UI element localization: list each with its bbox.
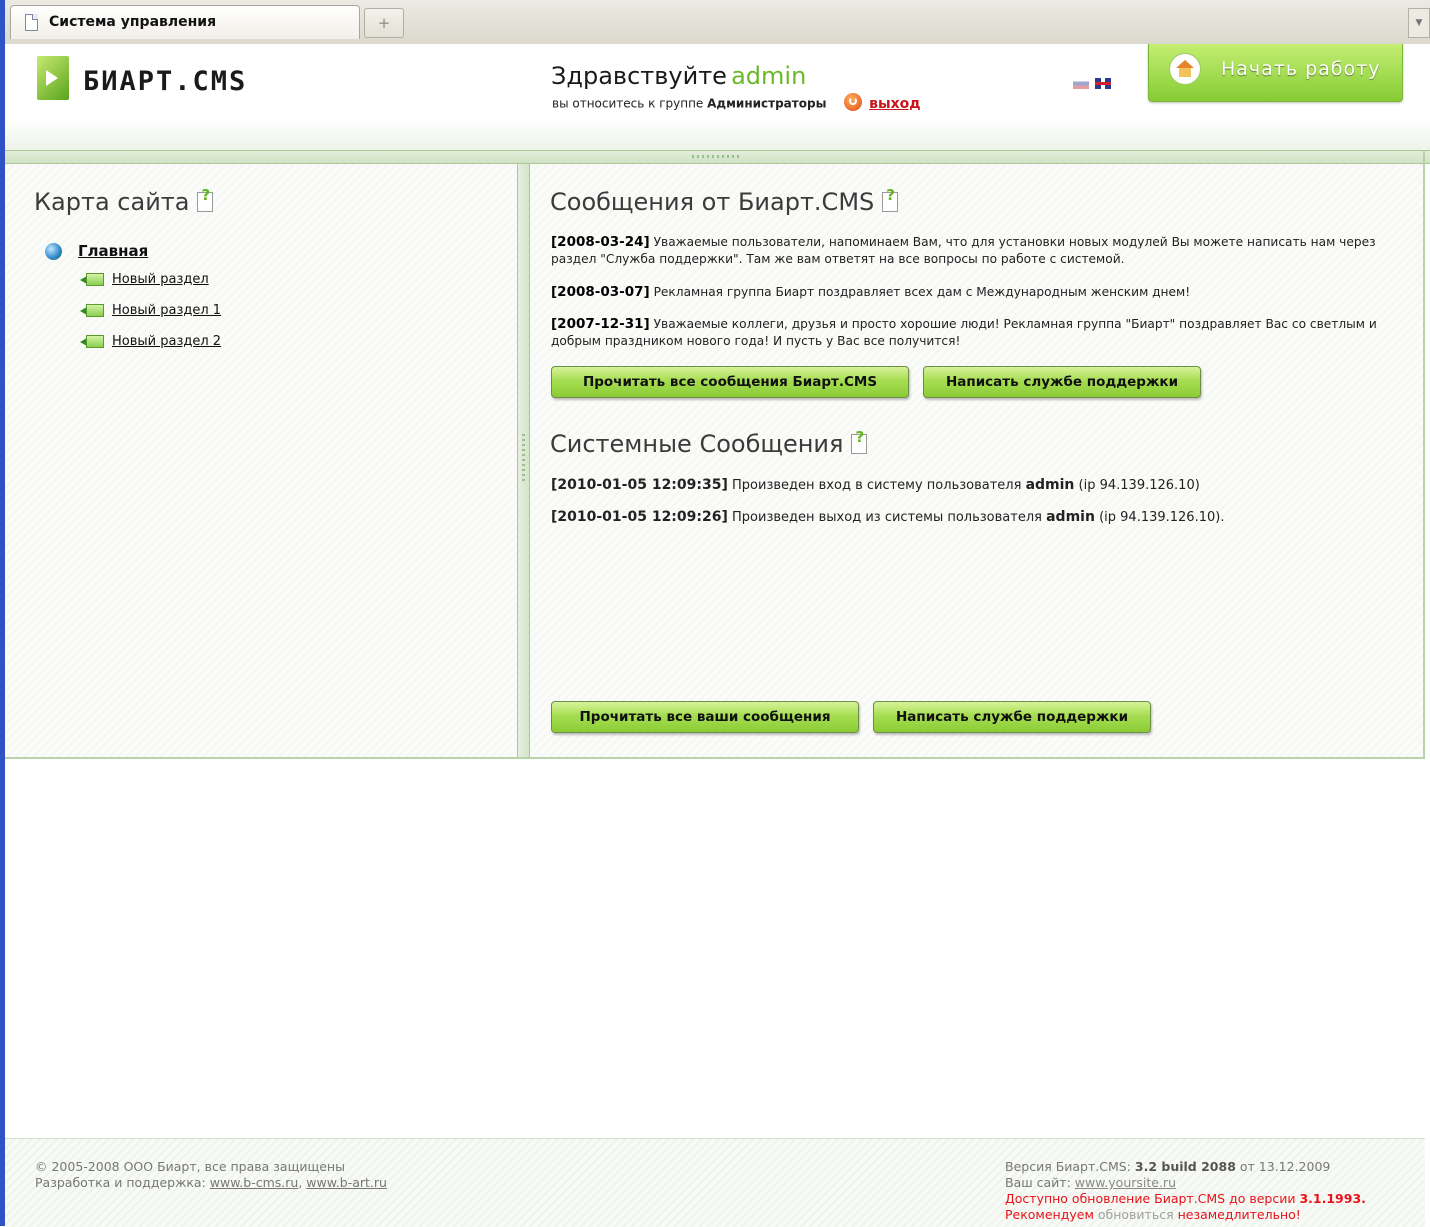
- logout-link[interactable]: выход: [869, 96, 920, 112]
- your-site-link[interactable]: www.yoursite.ru: [1075, 1175, 1176, 1190]
- news-item: [2008-03-24] Уважаемые пользователи, нап…: [551, 234, 1406, 268]
- recommend-update: обновиться: [1097, 1207, 1174, 1222]
- splitter-grip-icon: [692, 155, 742, 158]
- tree-item: Новый раздел 1: [80, 303, 221, 318]
- site-prefix: Ваш сайт:: [1005, 1175, 1071, 1190]
- news-title: Сообщения от Биарт.CMS: [550, 186, 899, 216]
- footer-left: © 2005-2008 ООО Биарт, все права защищен…: [35, 1159, 387, 1191]
- system-message-user: admin: [1046, 509, 1095, 525]
- horizontal-splitter[interactable]: [5, 150, 1430, 164]
- chevron-down-icon: ▼: [1415, 18, 1423, 28]
- logo-text: БИАРТ.CMS: [83, 66, 248, 97]
- system-messages-title: Системные Сообщения: [550, 428, 868, 458]
- group-name: Администраторы: [707, 96, 827, 111]
- recommend-word: Рекомендуем: [1005, 1207, 1094, 1222]
- browser-tab[interactable]: Система управления: [10, 5, 360, 39]
- version-number: 3.2 build 2088: [1134, 1159, 1236, 1174]
- power-icon[interactable]: [844, 93, 863, 111]
- tree-item-link[interactable]: Новый раздел 1: [112, 303, 221, 318]
- recommend-now: незамедлительно!: [1177, 1207, 1301, 1222]
- news-date: [2008-03-24]: [551, 234, 650, 250]
- greeting: Здравствуйте admin: [551, 62, 806, 90]
- folder-icon: [80, 334, 104, 349]
- page-footer: © 2005-2008 ООО Биарт, все права защищен…: [5, 1138, 1425, 1227]
- b-art-link[interactable]: www.b-art.ru: [306, 1175, 387, 1190]
- news-title-text: Сообщения от Биарт.CMS: [550, 188, 875, 216]
- home-icon: [1169, 53, 1201, 85]
- flag-en-icon[interactable]: [1095, 78, 1111, 89]
- page-header: БИАРТ.CMS Здравствуйте admin вы относите…: [5, 44, 1430, 150]
- read-all-news-button[interactable]: Прочитать все сообщения Биарт.CMS: [551, 366, 909, 398]
- write-support-button[interactable]: Написать службе поддержки: [923, 366, 1201, 398]
- system-message-date: [2010-01-05 12:09:26]: [551, 509, 728, 525]
- flag-ru-icon[interactable]: [1073, 78, 1089, 89]
- logo-mark-icon: [37, 56, 69, 100]
- dev-prefix: Разработка и поддержка:: [35, 1175, 206, 1190]
- write-support-button-2[interactable]: Написать службе поддержки: [873, 701, 1151, 733]
- site-line: Ваш сайт: www.yoursite.ru: [1005, 1175, 1366, 1191]
- system-message-text: Произведен вход в систему пользователя: [732, 478, 1022, 493]
- news-item: [2007-12-31] Уважаемые коллеги, друзья и…: [551, 316, 1406, 350]
- recommend-line: Рекомендуем обновиться незамедлительно!: [1005, 1207, 1366, 1223]
- sitemap-title-text: Карта сайта: [34, 188, 190, 216]
- system-message-ip: (ip 94.139.126.10).: [1099, 510, 1225, 525]
- system-message-date: [2010-01-05 12:09:35]: [551, 477, 728, 493]
- browser-tab-title: Система управления: [49, 14, 217, 30]
- new-tab-button[interactable]: +: [364, 8, 404, 38]
- folder-icon: [80, 303, 104, 318]
- username: admin: [731, 62, 807, 90]
- news-item: [2008-03-07] Рекламная группа Биарт позд…: [551, 284, 1406, 301]
- system-message-user: admin: [1025, 477, 1075, 493]
- tree-root-link[interactable]: Главная: [78, 242, 148, 260]
- tab-list-button[interactable]: ▼: [1408, 8, 1430, 38]
- user-group-line: вы относитесь к группе Администраторы вы…: [552, 93, 921, 113]
- help-icon[interactable]: [851, 428, 868, 454]
- splitter-grip-icon: [522, 434, 525, 484]
- browser-tab-bar: Система управления + ▼: [5, 0, 1430, 45]
- news-text: Рекламная группа Биарт поздравляет всех …: [653, 285, 1191, 299]
- globe-icon: [45, 242, 62, 260]
- dev-line: Разработка и поддержка: www.b-cms.ru, ww…: [35, 1175, 387, 1190]
- version-line: Версия Биарт.CMS: 3.2 build 2088 от 13.1…: [1005, 1159, 1366, 1175]
- footer-right: Версия Биарт.CMS: 3.2 build 2088 от 13.1…: [1005, 1159, 1366, 1223]
- tree-root: Главная: [45, 242, 148, 260]
- system-title-text: Системные Сообщения: [550, 430, 844, 458]
- panel-right-border: [1423, 150, 1425, 759]
- version-date: от 13.12.2009: [1239, 1159, 1331, 1174]
- update-line: Доступно обновление Биарт.CMS до версии …: [1005, 1191, 1366, 1207]
- system-message: [2010-01-05 12:09:35] Произведен вход в …: [551, 477, 1200, 493]
- folder-icon: [80, 272, 104, 287]
- news-date: [2007-12-31]: [551, 316, 650, 332]
- group-prefix: вы относитесь к группе: [552, 96, 704, 111]
- help-icon[interactable]: [197, 186, 214, 212]
- greeting-text: Здравствуйте: [551, 62, 727, 90]
- news-date: [2008-03-07]: [551, 284, 650, 300]
- vertical-splitter[interactable]: [517, 164, 530, 757]
- start-work-label: Начать работу: [1221, 58, 1381, 80]
- news-text: Уважаемые коллеги, друзья и просто хорош…: [551, 317, 1377, 348]
- tree-item: Новый раздел 2: [80, 334, 221, 349]
- panel-bottom-border: [5, 757, 1425, 759]
- language-switcher: [1073, 76, 1111, 91]
- news-text: Уважаемые пользователи, напоминаем Вам, …: [551, 235, 1376, 266]
- update-prefix: Доступно обновление Биарт.CMS до версии: [1005, 1191, 1296, 1206]
- sitemap-title: Карта сайта: [34, 186, 214, 216]
- system-message: [2010-01-05 12:09:26] Произведен выход и…: [551, 509, 1224, 525]
- version-prefix: Версия Биарт.CMS:: [1005, 1159, 1131, 1174]
- update-version: 3.1.1993.: [1299, 1191, 1366, 1206]
- plus-icon: +: [377, 14, 391, 32]
- copyright-text: © 2005-2008 ООО Биарт, все права защищен…: [35, 1159, 345, 1174]
- read-all-messages-button[interactable]: Прочитать все ваши сообщения: [551, 701, 859, 733]
- page-icon: [25, 14, 38, 31]
- b-cms-link[interactable]: www.b-cms.ru: [210, 1175, 299, 1190]
- tree-item-link[interactable]: Новый раздел: [112, 272, 209, 287]
- system-message-text: Произведен выход из системы пользователя: [732, 510, 1042, 525]
- system-message-ip: (ip 94.139.126.10): [1078, 478, 1200, 493]
- help-icon[interactable]: [882, 186, 899, 212]
- tree-item-link[interactable]: Новый раздел 2: [112, 334, 221, 349]
- start-work-button[interactable]: Начать работу: [1148, 44, 1403, 102]
- tree-item: Новый раздел: [80, 272, 209, 287]
